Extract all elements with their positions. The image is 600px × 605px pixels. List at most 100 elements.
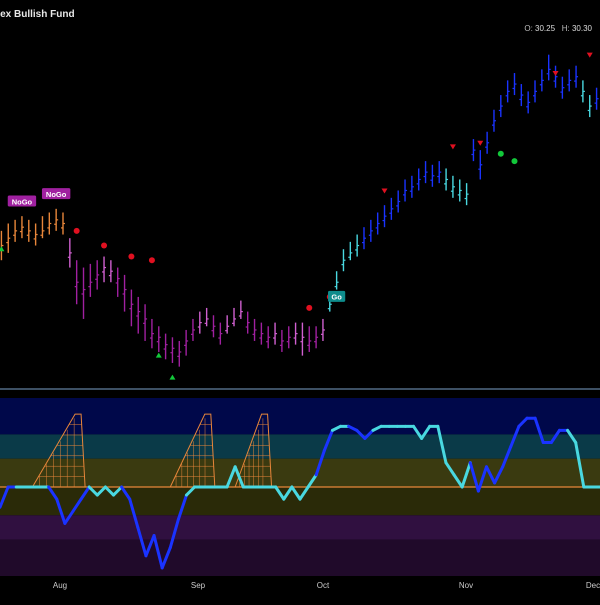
price-bar (519, 84, 524, 107)
price-bar (485, 131, 490, 154)
chart-title: dex Bullish Fund (0, 9, 75, 20)
open-value: 30.25 (535, 24, 556, 33)
price-bar (60, 212, 65, 235)
signal-dot (101, 242, 108, 249)
price-bar (6, 223, 11, 253)
x-tick-label: Dec (586, 581, 600, 590)
price-bar (26, 219, 31, 242)
price-bar (286, 326, 291, 349)
price-bar (553, 65, 558, 88)
price-bar (102, 256, 107, 283)
oscillator-zone (0, 458, 600, 487)
signal-triangle-up (155, 352, 162, 358)
signal-label: Go (328, 290, 346, 302)
signal-triangle-down (381, 188, 388, 194)
signal-triangle-down (586, 52, 593, 58)
x-tick-label: Aug (53, 581, 67, 590)
oscillator-zone (0, 398, 600, 435)
price-bar (464, 183, 469, 206)
x-tick-label: Oct (317, 581, 330, 590)
price-bar (238, 300, 243, 319)
oscillator-zone (0, 487, 600, 516)
price-bar (108, 260, 113, 283)
price-bar (252, 318, 257, 341)
price-bar (546, 54, 551, 81)
signal-label-text: NoGo (46, 190, 67, 199)
price-bar (0, 230, 4, 261)
price-bar (375, 212, 380, 235)
signal-triangle-up (169, 374, 176, 380)
price-bar (348, 241, 353, 261)
chart-svg: NoGo NoGo Go Aug Sep Oct Nov Dec (0, 52, 600, 590)
oscillator-zone (0, 515, 600, 540)
price-bar (512, 73, 517, 96)
signal-triangle-down (552, 71, 559, 77)
price-bar (232, 307, 237, 327)
price-bar (40, 216, 45, 239)
price-bar (526, 91, 531, 114)
price-bar (33, 223, 38, 246)
price-bar (341, 249, 346, 272)
price-bar (498, 95, 503, 118)
signal-dot (128, 253, 135, 260)
price-bar (177, 340, 182, 367)
price-bar (567, 69, 572, 92)
price-bar (416, 168, 421, 191)
oscillator-zone (0, 539, 600, 576)
signal-dot (511, 158, 518, 165)
price-bar (88, 263, 93, 297)
price-bar (184, 329, 189, 356)
price-bar (259, 322, 264, 345)
signal-triangle-down (449, 144, 456, 150)
price-bar (320, 318, 325, 341)
signal-triangle-down (477, 140, 484, 146)
high-value: 30.30 (571, 24, 592, 33)
high-label: H: (561, 24, 570, 33)
price-bar (293, 322, 298, 345)
price-bar (54, 208, 59, 231)
price-bar (560, 76, 565, 99)
price-bar (143, 304, 148, 341)
price-bar (368, 219, 373, 242)
price-bar (47, 212, 52, 235)
x-tick-label: Nov (459, 581, 473, 590)
price-bar (204, 307, 209, 327)
signal-dot (148, 257, 155, 264)
price-bar (505, 80, 510, 103)
price-bars (0, 54, 599, 367)
price-bar (122, 274, 127, 312)
price-bar (574, 65, 579, 88)
price-bar (190, 318, 195, 341)
signal-dot (306, 304, 313, 311)
price-bar (491, 109, 496, 132)
signal-label-text: NoGo (12, 197, 33, 206)
price-bar (539, 69, 544, 92)
open-label: O: (524, 24, 533, 33)
price-bar (245, 311, 250, 334)
price-markers (0, 52, 593, 380)
price-bar (279, 329, 284, 352)
price-bar (211, 315, 216, 338)
price-bar (170, 337, 175, 363)
price-bar (314, 326, 319, 349)
price-bar (580, 80, 585, 103)
price-bar (266, 326, 271, 349)
price-bar (409, 175, 414, 198)
price-bar (225, 315, 230, 334)
price-bar (218, 322, 223, 345)
price-bar (457, 179, 462, 202)
price-labels: NoGo NoGo Go (7, 188, 346, 302)
price-bar (197, 311, 202, 334)
price-bar (95, 260, 100, 290)
price-bar (396, 190, 401, 213)
ohlc-readout: O: 30.25 H: 30.30 (524, 24, 592, 33)
price-bar (81, 267, 86, 319)
price-bar (307, 326, 312, 352)
price-bar (361, 227, 366, 250)
price-bar (587, 95, 592, 118)
price-bar (382, 205, 387, 228)
price-bar (300, 322, 305, 356)
x-axis: Aug Sep Oct Nov Dec (53, 581, 600, 590)
price-bar (430, 164, 435, 187)
price-bar (163, 333, 168, 360)
